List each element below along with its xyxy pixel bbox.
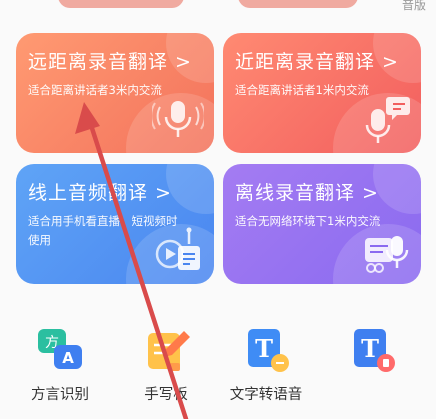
card-title: 近距离录音翻译 > [235, 51, 399, 73]
text-document-tool[interactable]: T [322, 323, 422, 419]
microphone-waves-icon [152, 101, 204, 137]
card-decoration [373, 164, 421, 214]
text-to-speech-icon: T [248, 329, 289, 372]
online-audio-translate-card[interactable]: 线上音频翻译 > 适合用手机看直播、短视频时使用 [16, 164, 214, 284]
card-title: 远距离录音翻译 > [28, 51, 192, 73]
text-to-speech-tool[interactable]: T 文字转语音 [216, 323, 316, 419]
tool-label: 方言识别 [31, 387, 89, 403]
offline-mic-icon [365, 236, 409, 273]
microphone-chat-icon [365, 97, 410, 143]
dialect-icon-letter: A [62, 349, 74, 367]
offline-recording-translate-card[interactable]: 离线录音翻译 > 适合无网络环境下1米内交流 [223, 164, 421, 284]
handwriting-pad-icon [148, 331, 190, 371]
video-audio-icon [155, 227, 200, 270]
dialect-recognition-tool[interactable]: 方 A 方言识别 [10, 323, 110, 419]
dialect-icon: 方 A [38, 329, 82, 369]
card-title: 离线录音翻译 > [235, 182, 379, 204]
top-card-fragment-right [238, 0, 358, 8]
tool-label: 手写板 [144, 387, 188, 403]
top-card-fragment-left [58, 0, 184, 8]
tts-icon-letter: T [255, 334, 273, 363]
far-recording-translate-card[interactable]: 远距离录音翻译 > 适合距离讲话者3米内交流 [16, 33, 214, 153]
tool-label: 文字转语音 [229, 387, 303, 403]
card-title: 线上音频翻译 > [28, 182, 172, 204]
near-recording-translate-card[interactable]: 近距离录音翻译 > 适合距离讲话者1米内交流 [223, 33, 421, 153]
fourth-icon-letter: T [361, 334, 379, 363]
handwriting-pad-tool[interactable]: 手写板 [116, 323, 216, 419]
top-right-text: 音版 [401, 0, 426, 12]
text-document-icon: T [354, 329, 395, 372]
card-decoration [166, 164, 214, 214]
